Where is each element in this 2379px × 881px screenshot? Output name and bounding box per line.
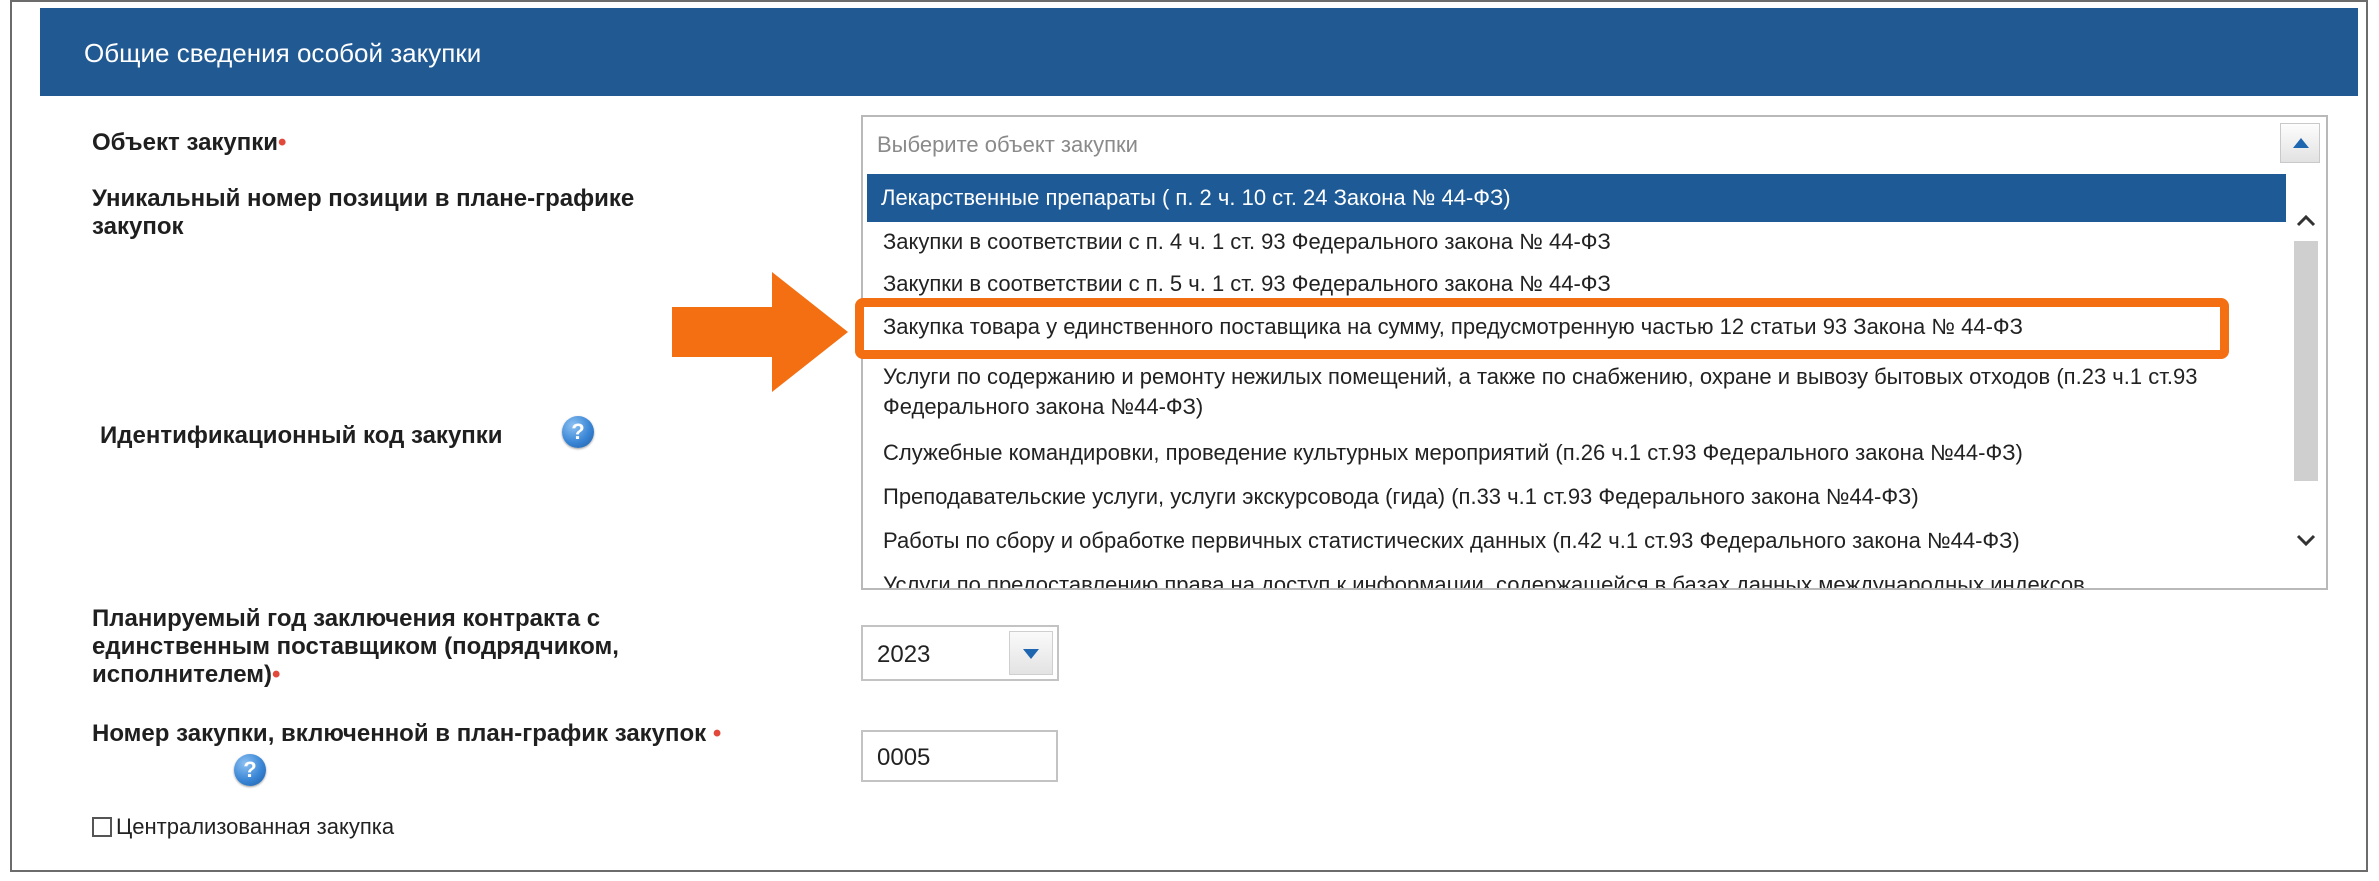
purchase-number-label: Номер закупки, включенной в план-график …	[92, 720, 732, 748]
dropdown-option-label: Услуги по содержанию и ремонту нежилых п…	[883, 364, 2198, 419]
purchase-number-value: 0005	[877, 744, 931, 771]
dropdown-option[interactable]: Преподавательские услуги, услуги экскурс…	[869, 482, 2285, 512]
highlight-box	[855, 298, 2229, 359]
dropdown-option-label: Закупки в соответствии с п. 5 ч. 1 ст. 9…	[883, 271, 1611, 296]
dropdown-option[interactable]: Лекарственные препараты ( п. 2 ч. 10 ст.…	[867, 174, 2286, 222]
centralized-checkbox-label[interactable]: Централизованная закупка	[116, 814, 394, 840]
section-header: Общие сведения особой закупки	[40, 8, 2358, 96]
dropdown-option-label: Закупки в соответствии с п. 4 ч. 1 ст. 9…	[883, 229, 1611, 254]
help-icon[interactable]: ?	[234, 754, 266, 786]
dropdown-option[interactable]: Закупки в соответствии с п. 5 ч. 1 ст. 9…	[869, 269, 2285, 299]
year-select-value: 2023	[877, 641, 931, 668]
planned-year-label-text: Планируемый год заключения контракта с е…	[92, 605, 619, 688]
object-select[interactable]: Выберите объект закупки	[861, 115, 2328, 173]
dropdown-option-label: Услуги по предоставлению права на доступ…	[883, 572, 2085, 590]
purchase-number-label-text: Номер закупки, включенной в план-график …	[92, 720, 707, 747]
dropdown-option-label: Преподавательские услуги, услуги экскурс…	[883, 484, 1919, 509]
object-label: Объект закупки•	[92, 129, 286, 157]
scroll-thumb[interactable]	[2294, 241, 2318, 481]
arrow-right-icon	[672, 272, 848, 392]
chevron-down-icon[interactable]	[1009, 631, 1053, 675]
centralized-checkbox[interactable]	[92, 817, 112, 837]
planned-year-label: Планируемый год заключения контракта с е…	[92, 605, 732, 689]
required-mark: •	[712, 720, 722, 747]
dropdown-option[interactable]: Закупки в соответствии с п. 4 ч. 1 ст. 9…	[869, 227, 2285, 257]
required-mark: •	[271, 661, 281, 688]
dropdown-option-label: Лекарственные препараты ( п. 2 ч. 10 ст.…	[881, 185, 1511, 210]
section-title: Общие сведения особой закупки	[84, 38, 482, 68]
object-dropdown-list[interactable]: Лекарственные препараты ( п. 2 ч. 10 ст.…	[861, 171, 2328, 590]
help-icon[interactable]: ?	[562, 416, 594, 448]
object-select-placeholder: Выберите объект закупки	[877, 132, 1138, 157]
object-label-text: Объект закупки	[92, 129, 279, 156]
year-select[interactable]: 2023	[861, 625, 1059, 681]
purchase-number-input[interactable]: 0005	[861, 730, 1058, 782]
unique-position-label: Уникальный номер позиции в плане-графике…	[92, 185, 635, 240]
identification-code-label: Идентификационный код закупки	[100, 422, 503, 449]
dropdown-option[interactable]: Услуги по предоставлению права на доступ…	[869, 570, 2285, 590]
scroll-down-icon[interactable]	[2294, 528, 2318, 558]
dropdown-option[interactable]: Служебные командировки, проведение культ…	[869, 438, 2285, 468]
chevron-up-icon[interactable]	[2280, 123, 2320, 163]
dropdown-option[interactable]: Услуги по содержанию и ремонту нежилых п…	[869, 362, 2285, 422]
dropdown-option[interactable]: Работы по сбору и обработке первичных ст…	[869, 526, 2285, 556]
dropdown-option-label: Работы по сбору и обработке первичных ст…	[883, 528, 2020, 553]
dropdown-option-label: Служебные командировки, проведение культ…	[883, 440, 2023, 465]
dropdown-scrollbar[interactable]	[2286, 171, 2326, 588]
scroll-up-icon[interactable]	[2294, 209, 2318, 239]
required-mark: •	[278, 129, 287, 156]
